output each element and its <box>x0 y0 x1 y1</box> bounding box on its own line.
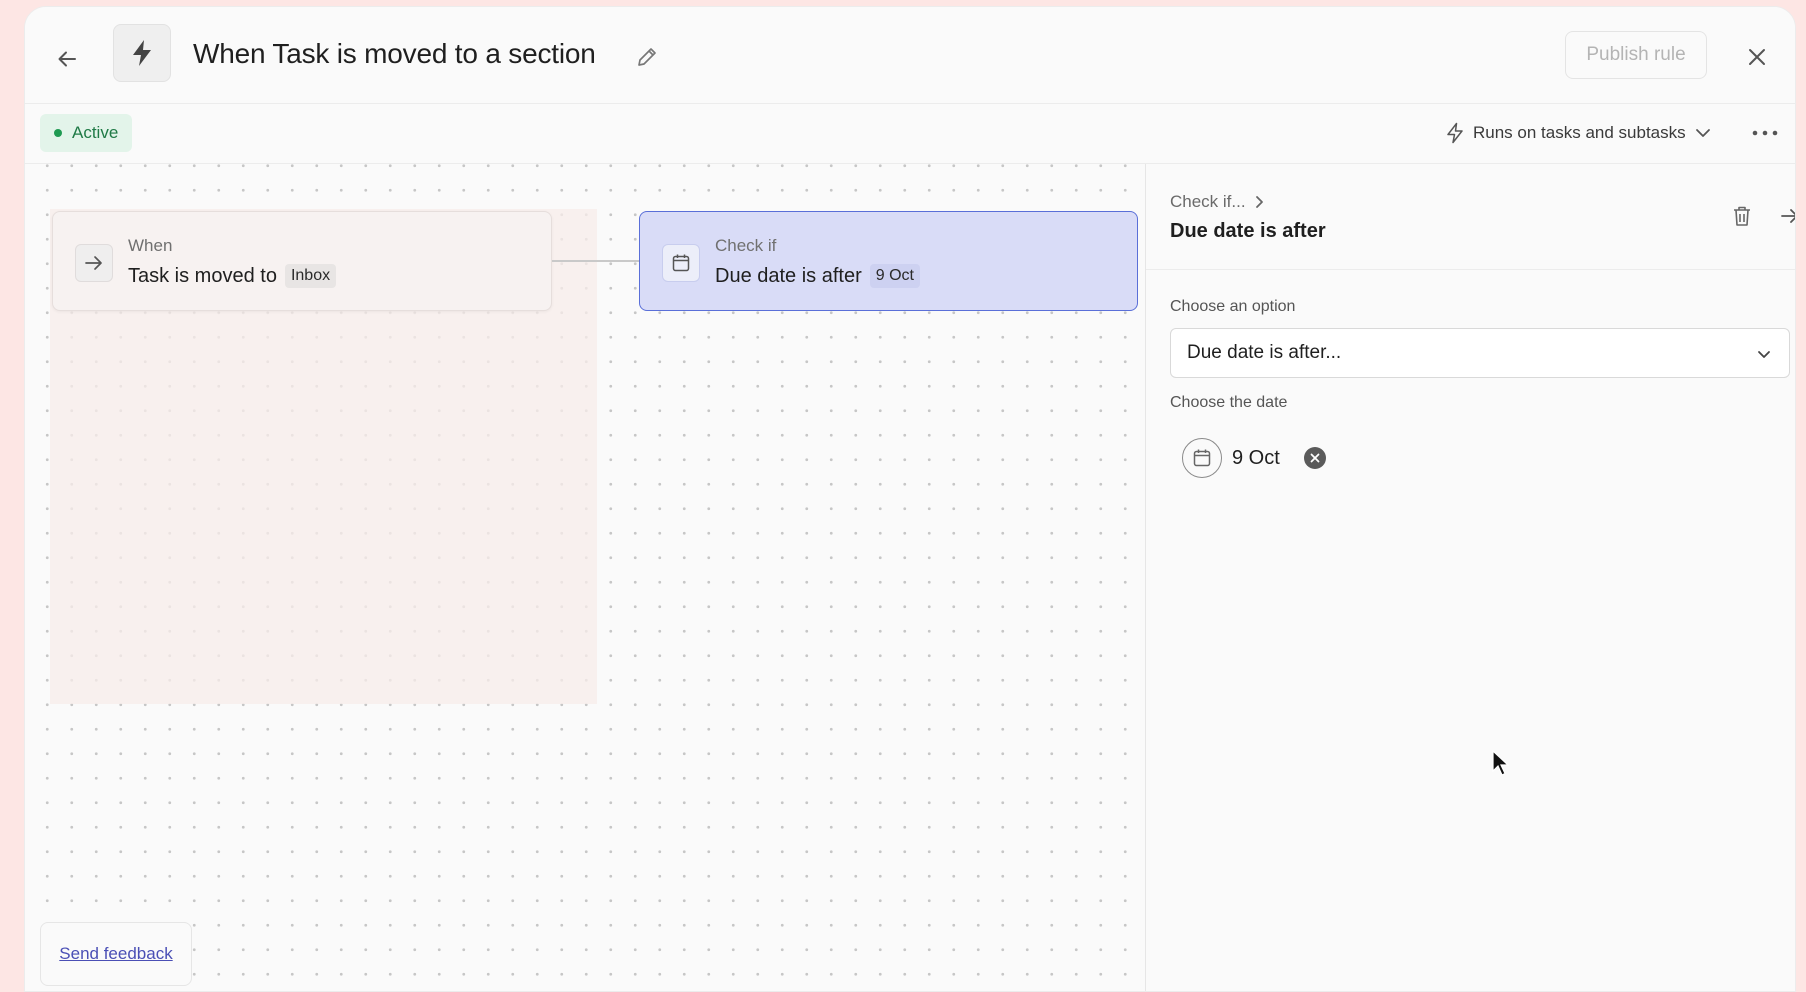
rule-toolbar: Active Runs on tasks and subtasks <box>25 104 1795 164</box>
condition-description: Due date is after 9 Oct <box>715 264 920 288</box>
condition-node[interactable]: Check if Due date is after 9 Oct <box>639 211 1138 311</box>
trigger-node[interactable]: When Task is moved to Inbox <box>52 211 552 311</box>
option-field-label: Choose an option <box>1170 298 1296 315</box>
rule-type-badge <box>113 24 171 82</box>
rule-header: When Task is moved to a section Publish … <box>25 7 1795 104</box>
status-dot <box>54 129 62 137</box>
date-field-label: Choose the date <box>1170 394 1288 411</box>
selected-date-value[interactable]: 9 Oct <box>1232 447 1280 470</box>
trigger-node-icon <box>75 244 113 282</box>
publish-rule-button[interactable]: Publish rule <box>1565 31 1707 79</box>
condition-option-select[interactable]: Due date is after... <box>1170 328 1790 378</box>
calendar-icon <box>672 254 690 272</box>
rule-title: When Task is moved to a section <box>193 38 596 69</box>
feedback-box: Send feedback <box>40 922 192 986</box>
panel-title: Due date is after <box>1170 220 1326 242</box>
runs-on-label: Runs on tasks and subtasks <box>1473 123 1686 142</box>
condition-text: Due date is after <box>715 264 862 287</box>
condition-settings-panel: Check if... Due date is after Choose an … <box>1145 164 1795 991</box>
chevron-right-icon <box>1255 196 1263 208</box>
status-label: Active <box>72 123 119 142</box>
condition-node-icon <box>662 244 700 282</box>
date-picker-row: 9 Oct <box>1182 438 1326 478</box>
collapse-panel-button[interactable] <box>1776 200 1795 232</box>
workflow-canvas[interactable]: When Task is moved to Inbox Check if Due… <box>25 164 1145 991</box>
edit-title-button[interactable] <box>635 45 661 71</box>
date-picker-button[interactable] <box>1182 438 1222 478</box>
pencil-icon <box>638 48 656 66</box>
chevron-down-icon <box>1695 129 1710 137</box>
runs-on-dropdown[interactable]: Runs on tasks and subtasks <box>1445 116 1712 150</box>
mouse-pointer-icon <box>1492 749 1510 781</box>
arrow-right-icon <box>85 256 102 270</box>
lightning-bolt-icon <box>133 40 151 66</box>
close-button[interactable] <box>1737 37 1777 77</box>
lightning-outline-icon <box>1447 122 1463 144</box>
clear-date-button[interactable] <box>1303 447 1326 469</box>
delete-condition-button[interactable] <box>1726 200 1758 232</box>
collapse-panel-icon <box>1781 209 1795 223</box>
section-chip: Inbox <box>284 264 337 288</box>
breadcrumb-label: Check if... <box>1170 192 1246 211</box>
trigger-description: Task is moved to Inbox <box>128 264 337 288</box>
date-chip: 9 Oct <box>869 264 920 288</box>
close-icon <box>1749 49 1765 65</box>
send-feedback-link[interactable]: Send feedback <box>59 944 172 964</box>
condition-kicker: Check if <box>715 236 777 255</box>
panel-divider <box>1146 269 1795 270</box>
condition-node-text: Check if Due date is after 9 Oct <box>715 236 920 288</box>
chevron-down-icon <box>1758 351 1770 358</box>
breadcrumb[interactable]: Check if... <box>1170 192 1266 212</box>
back-button[interactable] <box>47 39 87 79</box>
trash-icon <box>1734 206 1750 226</box>
trigger-kicker: When <box>128 236 173 255</box>
more-horizontal-icon <box>1752 130 1778 136</box>
node-connector <box>552 260 639 262</box>
clear-circle-icon <box>1310 453 1320 463</box>
rule-editor-window: When Task is moved to a section Publish … <box>24 6 1796 992</box>
status-badge: Active <box>40 114 133 152</box>
calendar-icon <box>1193 449 1211 467</box>
trigger-node-text: When Task is moved to Inbox <box>128 236 337 288</box>
selected-option-value: Due date is after... <box>1187 342 1342 363</box>
trigger-text: Task is moved to <box>128 264 277 287</box>
more-options-button[interactable] <box>1747 116 1783 150</box>
arrow-left-icon <box>58 51 76 67</box>
